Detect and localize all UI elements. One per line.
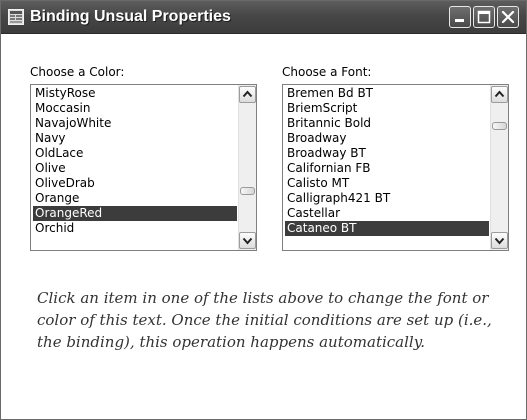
title-bar[interactable]: Binding Unsual Properties	[1, 1, 526, 34]
list-item[interactable]: Moccasin	[33, 101, 237, 116]
window-title: Binding Unsual Properties	[30, 8, 231, 25]
list-item[interactable]: OliveDrab	[33, 176, 237, 191]
list-item[interactable]: OldLace	[33, 146, 237, 161]
app-window: Binding Unsual Properties Choose a Color…	[0, 0, 527, 420]
list-item[interactable]: Broadway	[285, 131, 489, 146]
list-item[interactable]: Castellar	[285, 206, 489, 221]
minimize-button[interactable]	[449, 6, 471, 28]
chevron-down-icon	[494, 237, 505, 245]
font-listbox[interactable]: Bremen Bd BT BriemScript Britannic Bold Bro…	[282, 84, 509, 251]
list-item[interactable]: Cataneo BT	[285, 221, 489, 236]
chevron-down-icon	[242, 237, 253, 245]
client-area: Choose a Color: MistyRose Moccasin NavajoW…	[1, 34, 526, 419]
maximize-icon	[477, 10, 491, 24]
font-list-scrollbar[interactable]	[490, 85, 508, 250]
list-item[interactable]: Olive	[33, 161, 237, 176]
list-item[interactable]: MistyRose	[33, 86, 237, 101]
font-scroll-down-button[interactable]	[491, 232, 508, 249]
list-item[interactable]: OrangeRed	[33, 206, 237, 221]
list-item[interactable]: Calligraph421 BT	[285, 191, 489, 206]
font-list-label: Choose a Font:	[282, 65, 372, 79]
color-listbox[interactable]: MistyRose Moccasin NavajoWhite Navy OldLace O…	[30, 84, 257, 251]
close-icon	[501, 10, 515, 24]
color-scroll-thumb[interactable]	[240, 187, 255, 195]
font-scroll-thumb[interactable]	[492, 122, 507, 130]
description-text: Click an item in one of the lists above …	[37, 289, 492, 351]
list-item[interactable]: Broadway BT	[285, 146, 489, 161]
font-list-items: Bremen Bd BT BriemScript Britannic Bold Bro…	[285, 86, 489, 236]
app-icon	[8, 9, 24, 25]
color-scroll-down-button[interactable]	[239, 232, 256, 249]
list-item[interactable]: BriemScript	[285, 101, 489, 116]
list-item[interactable]: Britannic Bold	[285, 116, 489, 131]
list-item[interactable]: Orange	[33, 191, 237, 206]
color-list-scrollbar[interactable]	[238, 85, 256, 250]
list-item[interactable]: Bremen Bd BT	[285, 86, 489, 101]
color-list-items: MistyRose Moccasin NavajoWhite Navy OldLace O…	[33, 86, 237, 236]
minimize-icon	[455, 19, 464, 22]
list-item[interactable]: Navy	[33, 131, 237, 146]
chevron-up-icon	[494, 90, 505, 98]
list-item[interactable]: Californian FB	[285, 161, 489, 176]
maximize-button[interactable]	[473, 6, 495, 28]
list-item[interactable]: Calisto MT	[285, 176, 489, 191]
list-item[interactable]: Orchid	[33, 221, 237, 236]
list-item[interactable]: NavajoWhite	[33, 116, 237, 131]
color-scroll-up-button[interactable]	[239, 86, 256, 103]
chevron-up-icon	[242, 90, 253, 98]
font-scroll-up-button[interactable]	[491, 86, 508, 103]
close-button[interactable]	[497, 6, 519, 28]
color-list-label: Choose a Color:	[30, 65, 125, 79]
